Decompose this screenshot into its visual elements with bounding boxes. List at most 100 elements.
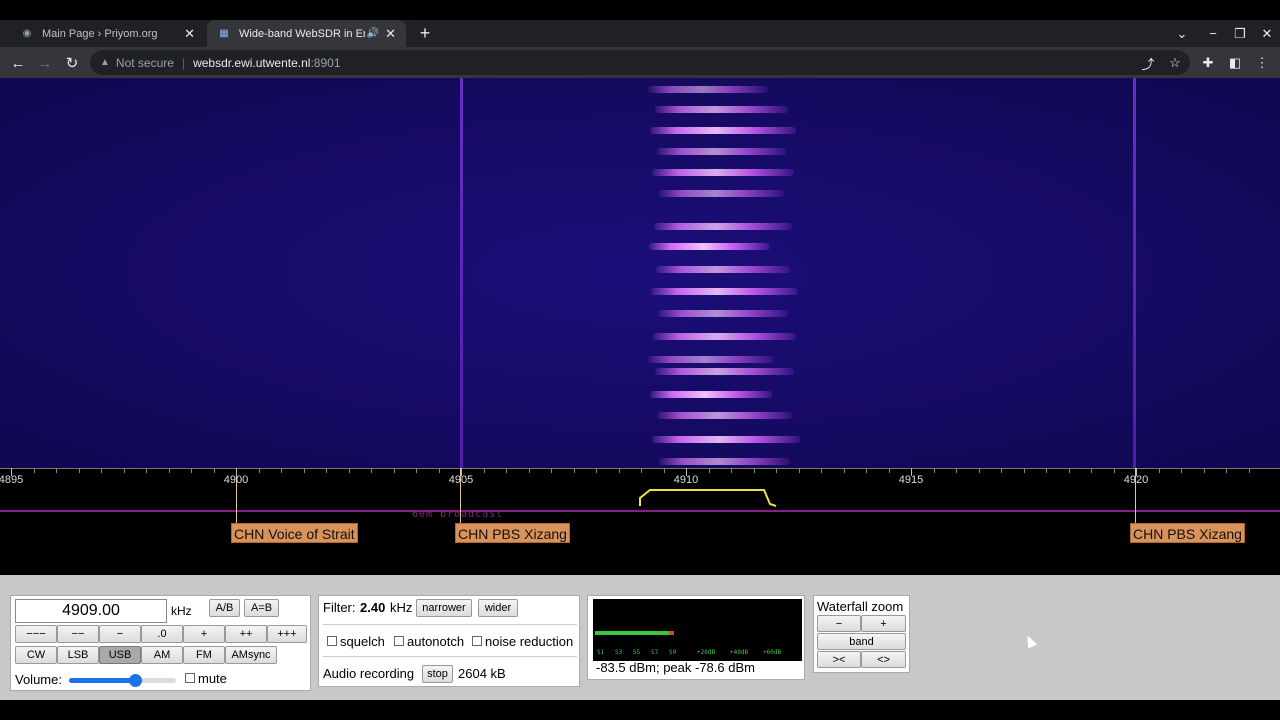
- mute-checkbox[interactable]: [185, 673, 195, 683]
- stop-recording-button[interactable]: stop: [422, 665, 453, 683]
- signal-stripe: [648, 356, 774, 363]
- browser-toolbar: ← → ↻ ▲ Not secure | websdr.ewi.utwente.…: [0, 47, 1280, 78]
- zoom-band-button[interactable]: band: [817, 633, 906, 650]
- address-bar[interactable]: ▲ Not secure | websdr.ewi.utwente.nl:890…: [90, 50, 1190, 75]
- station-label[interactable]: CHN Voice of Strait: [231, 523, 358, 543]
- signal-stripe: [656, 266, 790, 273]
- tick-label: 4910: [673, 474, 699, 486]
- reload-icon[interactable]: ↻: [60, 51, 84, 75]
- menu-icon[interactable]: ⋮: [1250, 51, 1274, 75]
- zoom-wide-button[interactable]: <>: [861, 651, 906, 668]
- frequency-input[interactable]: [15, 599, 167, 623]
- frequency-unit: kHz: [171, 604, 192, 618]
- autonotch-checkbox[interactable]: [394, 636, 404, 646]
- station-label[interactable]: CHN PBS Xizang: [1130, 523, 1245, 543]
- zoom-narrow-button[interactable]: ><: [817, 651, 861, 668]
- minor-tick: [663, 468, 665, 473]
- step-down-2-button[interactable]: −−: [57, 625, 99, 643]
- minor-tick: [1113, 468, 1115, 473]
- minor-tick: [821, 468, 822, 473]
- minor-tick: [1046, 468, 1047, 473]
- speaker-icon[interactable]: 🔊: [367, 28, 379, 39]
- mode-fm-button[interactable]: FM: [183, 646, 225, 664]
- step-up-1-button[interactable]: +: [183, 625, 225, 643]
- star-icon[interactable]: ☆: [1163, 51, 1187, 75]
- step-down-3-button[interactable]: −−−: [15, 625, 57, 643]
- ab-button[interactable]: A/B: [209, 599, 240, 617]
- minimize-icon[interactable]: −: [1200, 20, 1226, 47]
- waterfall-zoom-panel: Waterfall zoom − + band >< <>: [813, 595, 910, 673]
- squelch-checkbox[interactable]: [327, 636, 337, 646]
- minor-tick: [101, 468, 102, 473]
- a-equals-b-button[interactable]: A=B: [244, 599, 279, 617]
- restore-icon[interactable]: ❐: [1227, 20, 1253, 47]
- step-down-1-button[interactable]: −: [99, 625, 141, 643]
- minor-tick: [956, 468, 957, 473]
- minor-tick: [1158, 468, 1160, 473]
- signal-stripe: [659, 458, 790, 465]
- warning-icon: ▲: [100, 57, 110, 68]
- minor-tick: [866, 468, 867, 473]
- minor-tick: [888, 468, 890, 473]
- smeter-scale-label: S5: [633, 649, 641, 656]
- mute-label: mute: [198, 671, 227, 686]
- close-window-icon[interactable]: ✕: [1254, 20, 1280, 47]
- back-icon[interactable]: ←: [6, 51, 30, 75]
- signal-stripe: [652, 436, 800, 443]
- smeter-scale-label: +40dB: [730, 649, 749, 656]
- mode-am-button[interactable]: AM: [141, 646, 183, 664]
- tab-search-icon[interactable]: ⌄: [1169, 20, 1195, 47]
- waterfall-display[interactable]: [0, 78, 1280, 468]
- waterfall-zoom-title: Waterfall zoom: [817, 599, 904, 614]
- tick-label: 4900: [223, 474, 249, 486]
- signal-readout: -83.5 dBm; peak -78.6 dBm: [596, 660, 755, 675]
- signal-stripe: [651, 288, 798, 295]
- tab-title: Wide-band WebSDR in Ensch: [239, 27, 365, 40]
- wider-button[interactable]: wider: [478, 599, 518, 617]
- smeter-panel: S1 S3 S5 S7 S9 +20dB +40dB +60dB -83.5 dBm; pea…: [587, 595, 805, 680]
- tab-websdr[interactable]: ▦ Wide-band WebSDR in Ensch 🔊 ✕: [207, 20, 406, 47]
- tab-priyom[interactable]: ◉ Main Page › Priyom.org ✕: [0, 20, 205, 47]
- forward-icon[interactable]: →: [33, 51, 57, 75]
- minor-tick: [56, 468, 57, 473]
- tick-label: 4920: [1123, 474, 1149, 486]
- top-strip: [0, 0, 1280, 20]
- signal-stripe: [659, 190, 784, 197]
- volume-fill: [69, 678, 136, 683]
- share-icon[interactable]: ⤴: [1136, 51, 1160, 75]
- minor-tick: [933, 468, 935, 473]
- step-up-3-button[interactable]: +++: [267, 625, 307, 643]
- volume-thumb[interactable]: [129, 674, 143, 687]
- globe-icon: ◉: [22, 28, 32, 39]
- frequency-scale[interactable]: 60m broadcast CHN Voice of Strait CHN PB…: [0, 468, 1280, 575]
- websdr-favicon-icon: ▦: [219, 28, 229, 39]
- round-button[interactable]: .0: [141, 625, 183, 643]
- new-tab-icon[interactable]: +: [415, 23, 435, 43]
- mode-cw-button[interactable]: CW: [15, 646, 57, 664]
- minor-tick: [371, 468, 372, 473]
- step-up-2-button[interactable]: ++: [225, 625, 267, 643]
- minor-tick: [798, 468, 800, 473]
- extensions-icon[interactable]: ✚: [1196, 51, 1220, 75]
- zoom-in-button[interactable]: +: [861, 615, 906, 632]
- mode-usb-button[interactable]: USB: [99, 646, 141, 664]
- mode-lsb-button[interactable]: LSB: [57, 646, 99, 664]
- zoom-out-button[interactable]: −: [817, 615, 861, 632]
- signal-stripe: [657, 148, 786, 155]
- minor-tick: [393, 468, 395, 473]
- filter-label: Filter:: [323, 600, 356, 615]
- narrower-button[interactable]: narrower: [416, 599, 472, 617]
- station-label[interactable]: CHN PBS Xizang: [455, 523, 570, 543]
- minor-tick: [573, 468, 575, 473]
- smeter-scale-label: S9: [669, 649, 677, 656]
- volume-slider[interactable]: [69, 674, 176, 687]
- scale-axis: [0, 468, 1280, 469]
- side-panel-icon[interactable]: ◧: [1223, 51, 1247, 75]
- passband-indicator[interactable]: [638, 488, 778, 510]
- filter-panel: Filter: 2.40 kHz narrower wider squelch …: [318, 595, 580, 687]
- mode-amsync-button[interactable]: AMsync: [225, 646, 277, 664]
- close-tab-icon[interactable]: ✕: [385, 26, 396, 42]
- minor-tick: [1023, 468, 1025, 473]
- noise-reduction-checkbox[interactable]: [472, 636, 482, 646]
- close-tab-icon[interactable]: ✕: [184, 26, 195, 42]
